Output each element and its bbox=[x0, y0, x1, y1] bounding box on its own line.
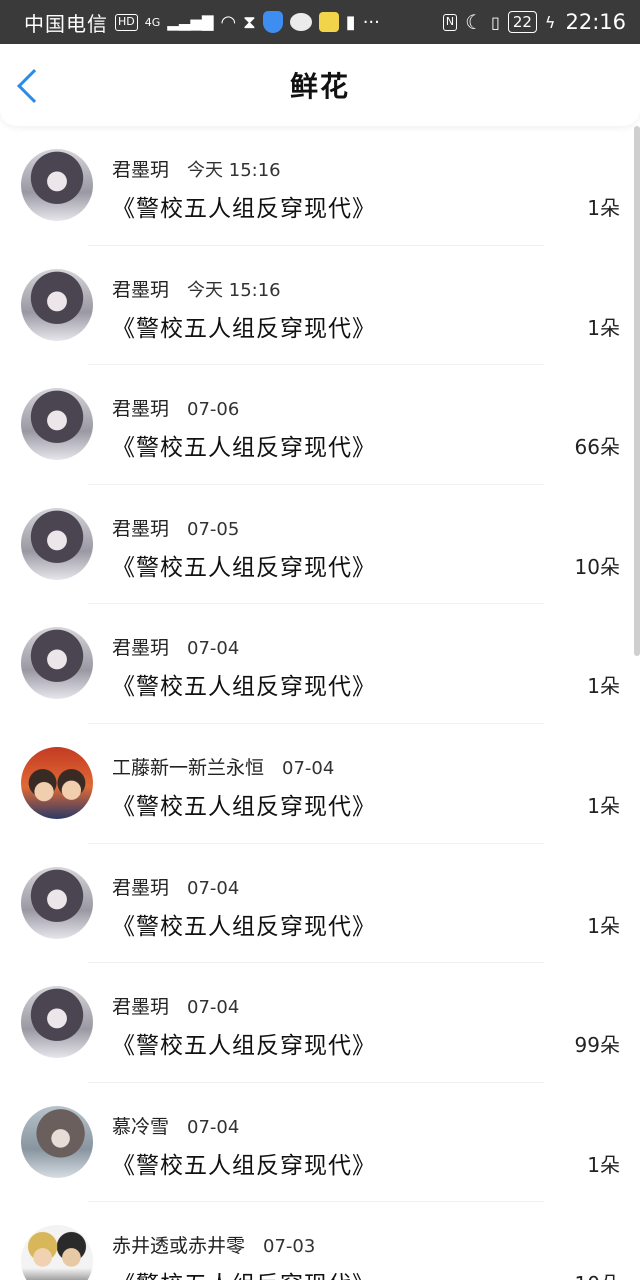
avatar[interactable] bbox=[21, 149, 93, 221]
list-item[interactable]: 君墨玥 07-06 《警校五人组反穿现代》 66朵 bbox=[0, 365, 640, 485]
charging-icon: ϟ bbox=[544, 12, 556, 32]
flower-count: 1朵 bbox=[587, 674, 620, 699]
nfc-icon: N bbox=[442, 13, 458, 31]
hd-icon: HD bbox=[115, 13, 138, 31]
sent-time: 07-03 bbox=[263, 1236, 316, 1258]
flower-count: 1朵 bbox=[587, 1152, 620, 1177]
more-icon: ··· bbox=[362, 11, 380, 33]
sender-name[interactable]: 慕冷雪 bbox=[112, 1112, 169, 1139]
vibrate-icon: ▯ bbox=[491, 12, 500, 32]
avatar[interactable] bbox=[21, 507, 93, 580]
list-item[interactable]: 工藤新一新兰永恒 07-04 《警校五人组反穿现代》 1朵 bbox=[0, 724, 640, 844]
list-item[interactable]: 慕冷雪 07-04 《警校五人组反穿现代》 1朵 bbox=[0, 1083, 640, 1203]
flower-count: 10朵 bbox=[575, 1268, 620, 1280]
alert-icon: ▮ bbox=[345, 11, 356, 33]
sent-time: 07-04 bbox=[282, 757, 335, 779]
sender-name[interactable]: 赤井透或赤井零 bbox=[112, 1231, 245, 1258]
flower-count: 1朵 bbox=[587, 196, 620, 220]
flower-count: 99朵 bbox=[574, 1033, 620, 1058]
wechat-icon bbox=[289, 13, 312, 31]
book-title: 《警校五人组反穿现代》 bbox=[112, 315, 376, 342]
chevron-left-icon bbox=[17, 69, 51, 103]
avatar[interactable] bbox=[21, 268, 93, 341]
sent-time: 今天 15:16 bbox=[187, 160, 281, 181]
sender-name[interactable]: 君墨玥 bbox=[112, 873, 169, 900]
flower-count: 10朵 bbox=[574, 554, 620, 579]
book-title: 《警校五人组反穿现代》 bbox=[112, 1033, 376, 1060]
carrier-label: 中国电信 bbox=[24, 11, 108, 36]
item-meta: 君墨玥 07-04 bbox=[112, 992, 239, 1019]
list-item[interactable]: 君墨玥 07-04 《警校五人组反穿现代》 1朵 bbox=[0, 844, 640, 964]
item-meta: 赤井透或赤井零 07-03 bbox=[112, 1231, 315, 1258]
wifi-icon: ◠ bbox=[220, 11, 237, 33]
flower-count: 1朵 bbox=[587, 793, 620, 818]
list-item[interactable]: 赤井透或赤井零 07-03 《警校五人组反穿现代》 10朵 bbox=[0, 1202, 640, 1280]
book-title: 《警校五人组反穿现代》 bbox=[112, 196, 376, 222]
item-meta: 君墨玥 07-06 bbox=[112, 394, 239, 421]
item-meta: 君墨玥 07-05 bbox=[112, 514, 239, 541]
sender-name[interactable]: 君墨玥 bbox=[112, 514, 169, 541]
flower-count: 1朵 bbox=[587, 315, 620, 340]
network-type-label: 4G bbox=[144, 15, 161, 29]
sender-name[interactable]: 工藤新一新兰永恒 bbox=[112, 753, 264, 780]
sender-name[interactable]: 君墨玥 bbox=[112, 633, 169, 660]
status-bar-right: N ☾ ▯ 22 ϟ 22:16 bbox=[442, 10, 626, 34]
sent-time: 07-04 bbox=[187, 1116, 240, 1138]
battery-icon: 22 bbox=[507, 11, 537, 33]
avatar[interactable] bbox=[21, 1225, 93, 1280]
list-item[interactable]: 君墨玥 07-04 《警校五人组反穿现代》 99朵 bbox=[0, 963, 640, 1083]
page-title: 鲜花 bbox=[289, 70, 350, 103]
sent-time: 今天 15:16 bbox=[187, 279, 281, 301]
item-meta: 慕冷雪 07-04 bbox=[112, 1112, 239, 1139]
back-button[interactable] bbox=[10, 62, 58, 110]
flower-count: 1朵 bbox=[587, 913, 620, 938]
item-meta: 君墨玥 07-04 bbox=[112, 873, 239, 900]
sender-name[interactable]: 君墨玥 bbox=[112, 155, 169, 182]
app-notification-icon bbox=[318, 12, 339, 32]
moon-icon: ☾ bbox=[465, 10, 483, 34]
list-item[interactable]: 君墨玥 07-04 《警校五人组反穿现代》 1朵 bbox=[0, 604, 640, 724]
avatar[interactable] bbox=[21, 627, 93, 700]
list-item[interactable]: 君墨玥 今天 15:16 《警校五人组反穿现代》 1朵 bbox=[0, 126, 640, 246]
book-title: 《警校五人组反穿现代》 bbox=[112, 1152, 376, 1179]
item-meta: 君墨玥 07-04 bbox=[112, 633, 239, 660]
sender-name[interactable]: 君墨玥 bbox=[112, 394, 169, 421]
avatar[interactable] bbox=[21, 388, 93, 461]
flower-count: 66朵 bbox=[574, 435, 620, 460]
sender-name[interactable]: 君墨玥 bbox=[112, 992, 169, 1019]
item-meta: 工藤新一新兰永恒 07-04 bbox=[112, 753, 334, 780]
sender-name[interactable]: 君墨玥 bbox=[112, 275, 169, 302]
avatar[interactable] bbox=[21, 866, 93, 939]
clock: 22:16 bbox=[565, 10, 626, 34]
book-title: 《警校五人组反穿现代》 bbox=[112, 435, 376, 462]
book-title: 《警校五人组反穿现代》 bbox=[112, 793, 376, 820]
book-title: 《警校五人组反穿现代》 bbox=[112, 554, 376, 581]
avatar[interactable] bbox=[21, 746, 93, 819]
sent-time: 07-05 bbox=[187, 518, 240, 540]
avatar[interactable] bbox=[21, 986, 93, 1059]
item-meta: 君墨玥 今天 15:16 bbox=[112, 275, 281, 302]
list-item[interactable]: 君墨玥 07-05 《警校五人组反穿现代》 10朵 bbox=[0, 485, 640, 605]
signal-icon: ▂▃▅▇ bbox=[167, 13, 214, 31]
avatar[interactable] bbox=[21, 1105, 93, 1178]
status-bar: 中国电信 HD 4G ▂▃▅▇ ◠ ⧗ ▮ ··· N ☾ ▯ 22 ϟ 22:… bbox=[0, 0, 640, 44]
item-meta: 君墨玥 今天 15:16 bbox=[112, 155, 281, 182]
book-title: 《警校五人组反穿现代》 bbox=[112, 913, 376, 940]
sent-time: 07-04 bbox=[187, 877, 240, 899]
list-item[interactable]: 君墨玥 今天 15:16 《警校五人组反穿现代》 1朵 bbox=[0, 246, 640, 366]
sent-time: 07-04 bbox=[187, 638, 240, 660]
book-title: 《警校五人组反穿现代》 bbox=[112, 674, 376, 701]
sent-time: 07-06 bbox=[187, 399, 240, 421]
scrollbar[interactable] bbox=[634, 126, 640, 656]
book-title: 《警校五人组反穿现代》 bbox=[112, 1265, 376, 1280]
shield-icon bbox=[262, 11, 283, 33]
sent-time: 07-04 bbox=[187, 997, 240, 1019]
flower-record-list[interactable]: 君墨玥 今天 15:16 《警校五人组反穿现代》 1朵 君墨玥 今天 15:16… bbox=[0, 126, 640, 1280]
top-app-bar: 鲜花 bbox=[0, 44, 640, 126]
hourglass-icon: ⧗ bbox=[243, 11, 256, 33]
status-bar-left: 中国电信 HD 4G ▂▃▅▇ ◠ ⧗ ▮ ··· bbox=[24, 8, 443, 37]
